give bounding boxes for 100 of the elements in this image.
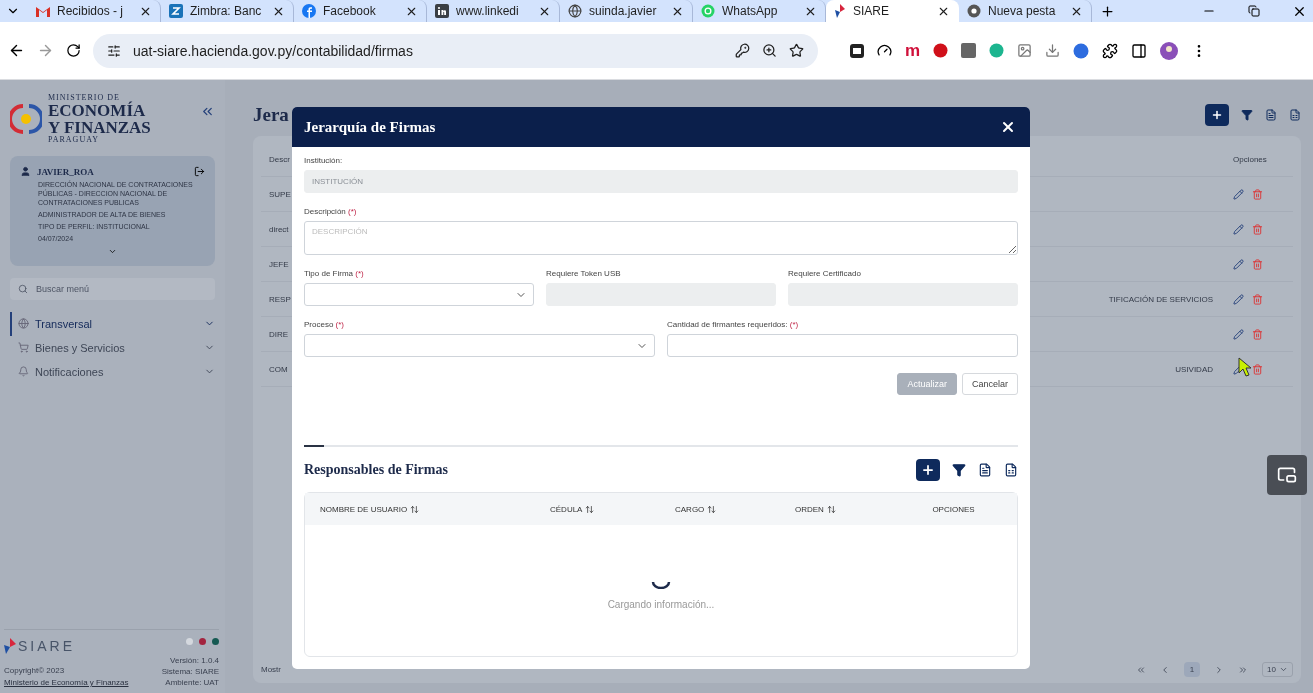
chevron-icon (1279, 665, 1288, 674)
site-settings-icon (107, 43, 121, 58)
theme-dot[interactable] (199, 638, 206, 645)
add-button[interactable] (916, 459, 940, 481)
table-cell-text: RESP (268, 294, 291, 304)
table-cell-text: SUPE (268, 189, 291, 199)
picture-in-picture-icon (1277, 465, 1297, 485)
first-page-icon (1135, 664, 1146, 675)
profile-avatar[interactable] (1160, 41, 1179, 60)
gauge-icon[interactable] (877, 43, 892, 58)
plus-icon (1211, 109, 1223, 121)
filter-icon[interactable] (1241, 109, 1253, 121)
excel-export-icon[interactable] (1289, 109, 1301, 121)
select-field[interactable] (304, 283, 534, 306)
cart-icon (18, 342, 29, 354)
edit-icon[interactable] (1233, 223, 1244, 235)
globe-icon (18, 318, 29, 330)
tab-indicator (304, 445, 324, 447)
table-cell-text: USIVIDAD (1174, 364, 1213, 374)
extension-icon[interactable]: m (905, 40, 921, 61)
picture-in-picture-button[interactable] (1267, 455, 1307, 495)
copyright-text: Copyright© 2023 (4, 666, 66, 675)
flame-icon (834, 4, 846, 18)
menu-item[interactable]: Notificaciones (10, 359, 215, 384)
loading-text: Cargando información... (607, 599, 715, 610)
section-title: Responsables de Firmas (304, 462, 448, 478)
key-icon (735, 43, 750, 58)
logo-text: PARAGUAY (48, 136, 100, 144)
edit-icon[interactable] (1233, 328, 1244, 340)
side-panel-icon[interactable] (1131, 42, 1148, 59)
star-icon (789, 43, 804, 58)
theme-dot[interactable] (186, 638, 193, 645)
browser-tab[interactable]: SIARE (826, 0, 959, 22)
logo-text: ECONOMÍA (48, 102, 147, 119)
add-button[interactable] (1205, 104, 1229, 126)
download-icon[interactable] (1045, 43, 1061, 58)
text-field[interactable] (667, 334, 1018, 357)
column-header[interactable]: ORDEN (780, 504, 890, 514)
table-cell-text: DIRE (268, 329, 289, 339)
field-label: Requiere Token USB (546, 269, 622, 278)
chrome-icon (967, 4, 981, 18)
select-field[interactable] (304, 334, 655, 357)
version-text: Versión: 1.0.4 (170, 656, 219, 665)
text-area[interactable]: DESCRIPCIÓN (304, 221, 1018, 255)
menu-item[interactable]: Transversal (10, 311, 215, 336)
logout-icon[interactable] (194, 166, 205, 177)
column-header[interactable]: OPCIONES (890, 504, 1017, 514)
page-number[interactable]: 1 (1183, 662, 1201, 677)
extension-icon[interactable] (850, 43, 864, 58)
page-size-select[interactable]: 10 (1262, 662, 1293, 677)
column-header[interactable]: CARGO (660, 504, 780, 514)
table-cell-text: direct (268, 224, 289, 234)
ministry-emblem-icon (10, 104, 42, 134)
close-button[interactable] (1000, 119, 1016, 135)
sort-icon (707, 504, 717, 514)
column-header[interactable]: NOMBRE DE USUARIO (305, 504, 535, 514)
address-bar[interactable]: uat-siare.hacienda.gov.py/contabilidad/firmas (93, 33, 818, 68)
ministry-link[interactable]: Ministerio de Economía y Finanzas (4, 678, 160, 687)
table-cell-text: COM (268, 364, 288, 374)
logo-text: MINISTERIO DE (48, 94, 120, 102)
edit-icon[interactable] (1233, 293, 1244, 305)
edit-icon[interactable] (1233, 258, 1244, 270)
loading-spinner-icon (651, 581, 671, 589)
forward-icon[interactable] (37, 42, 54, 59)
reload-icon[interactable] (66, 43, 81, 58)
system-text: Sistema: SIARE (161, 667, 219, 676)
sort-icon (585, 504, 595, 514)
zoom-icon (762, 43, 777, 58)
bell-icon (18, 366, 29, 378)
field-label: Tipo de Firma (*) (304, 269, 365, 278)
table-cell-text: JEFE (268, 259, 289, 269)
field-label: Descripción (*) (304, 207, 358, 216)
menu-search-field[interactable]: Buscar menú (10, 277, 215, 300)
restore-icon[interactable] (1248, 5, 1260, 17)
field-label: Cantidad de firmantes requeridos: (*) (667, 320, 800, 329)
action-button[interactable]: Cancelar (961, 373, 1018, 395)
user-icon (20, 166, 31, 177)
sort-icon (826, 504, 836, 514)
field-label: Requiere Certificado (788, 269, 862, 278)
logo-text: Y FINANZAS (48, 119, 151, 136)
edit-icon[interactable] (1233, 188, 1244, 200)
last-page-icon (1238, 664, 1249, 675)
column-header[interactable]: CÉDULA (535, 504, 660, 514)
back-icon[interactable] (8, 42, 25, 59)
column-header: Descr (268, 154, 290, 164)
mouse-cursor-icon (1238, 357, 1252, 377)
environment-text: Ambiente: UAT (165, 678, 219, 687)
pdf-export-icon[interactable] (1265, 109, 1277, 121)
globe-icon (568, 4, 582, 18)
footer-text: Mostr (261, 665, 281, 674)
user-name: JAVIER_ROA (37, 166, 94, 177)
filter-icon[interactable] (952, 463, 966, 477)
theme-dot[interactable] (212, 638, 219, 645)
sort-icon (410, 504, 420, 514)
new-tab-icon[interactable] (1100, 3, 1115, 19)
menu-item[interactable]: Bienes y Servicios (10, 335, 215, 360)
pdf-export-icon[interactable] (978, 463, 992, 477)
excel-export-icon[interactable] (1004, 463, 1018, 477)
image-icon[interactable] (1017, 43, 1033, 58)
extensions-icon[interactable] (1102, 42, 1119, 59)
